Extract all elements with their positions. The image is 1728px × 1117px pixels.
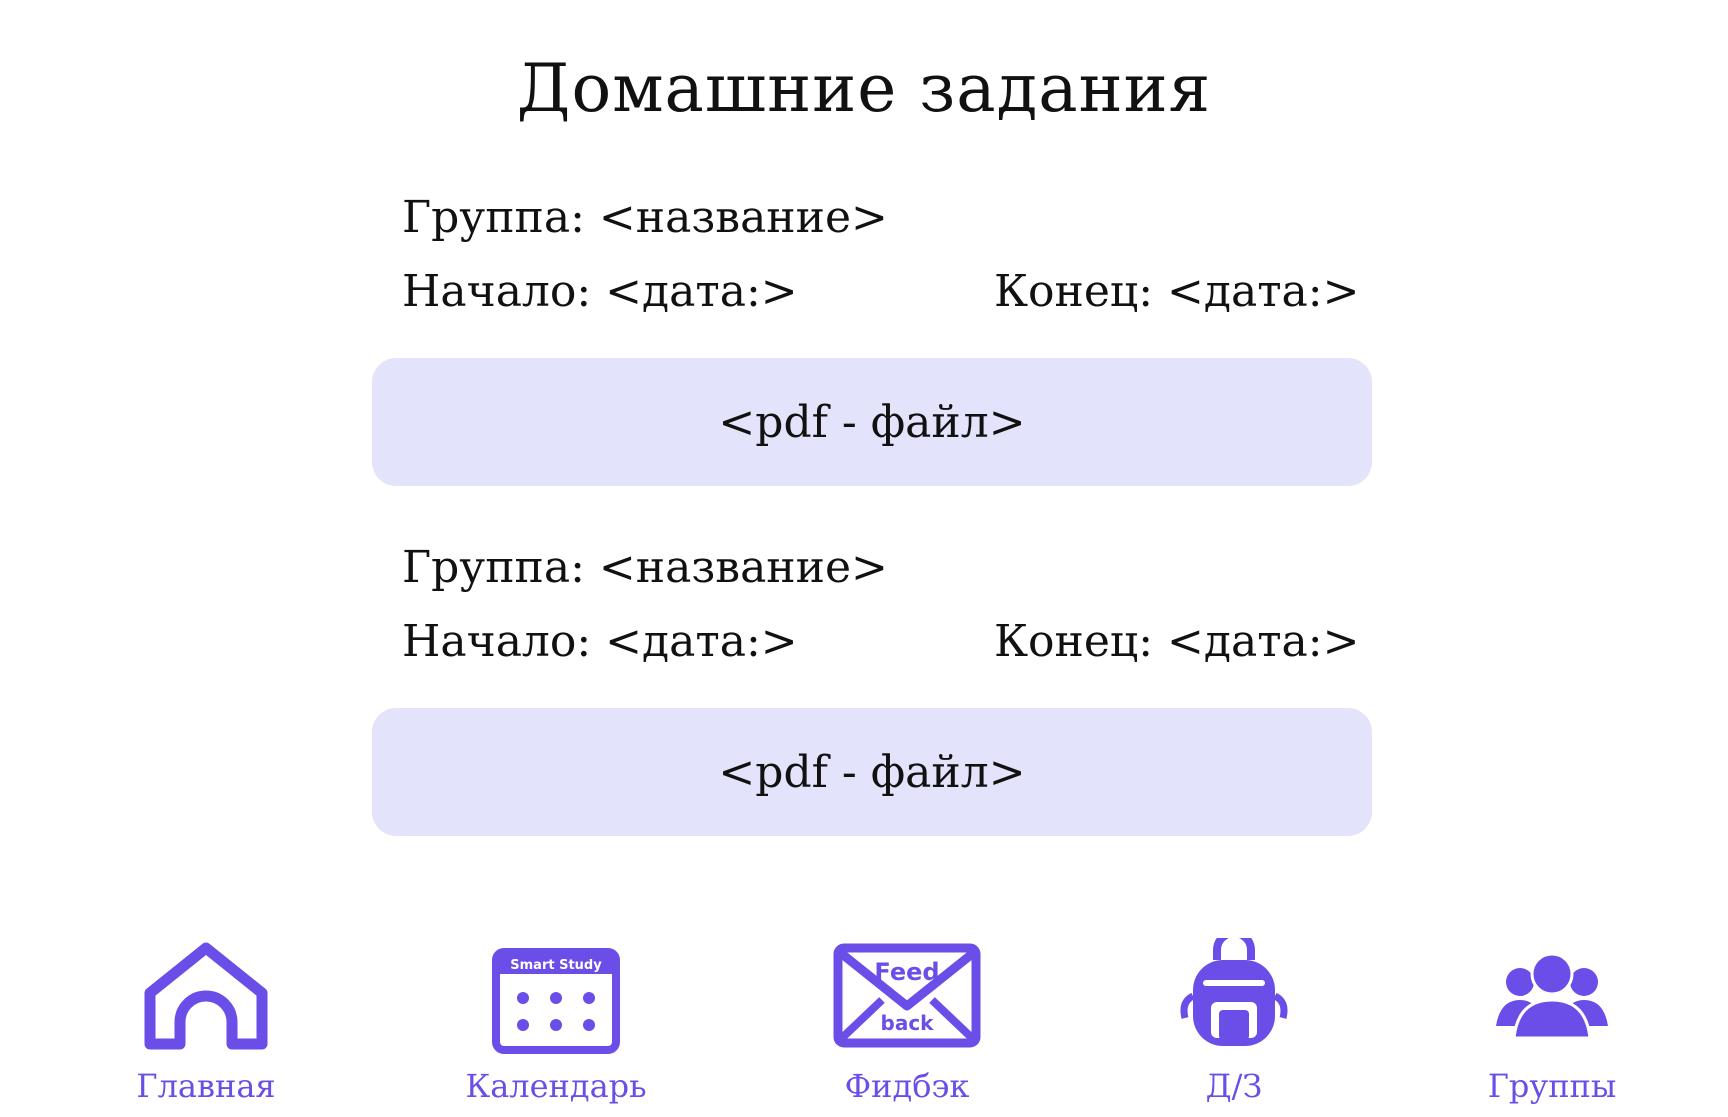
pdf-file-label: <pdf - файл> [718, 746, 1026, 798]
nav-item-calendar[interactable]: Smart Study Календарь [436, 938, 676, 1108]
assignment-card: Группа: <название> Начало: <дата:> Конец… [372, 538, 1372, 858]
assignment-card: Группа: <название> Начало: <дата:> Конец… [372, 188, 1372, 508]
start-date: Начало: <дата:> [402, 266, 798, 317]
nav-item-home[interactable]: Главная [86, 938, 326, 1108]
calendar-icon: Smart Study [492, 948, 620, 1054]
envelope-icon-text-top: Feed [874, 958, 939, 986]
page-title: Домашние задания [516, 50, 1212, 127]
calendar-icon-text: Smart Study [510, 958, 602, 973]
nav-label-groups: Группы [1487, 1067, 1617, 1105]
backpack-icon [1180, 938, 1288, 1046]
nav-label-calendar: Календарь [465, 1067, 647, 1105]
nav-item-feedback[interactable]: Feed back Фидбэк [787, 938, 1027, 1108]
envelope-icon-text-bottom: back [881, 1011, 935, 1035]
nav-label-feedback: Фидбэк [844, 1067, 970, 1105]
start-date: Начало: <дата:> [402, 616, 798, 667]
bottom-nav: Главная Smart Study Календарь Feed back … [0, 938, 1728, 1108]
pdf-file-button[interactable]: <pdf - файл> [372, 358, 1372, 486]
nav-item-homework[interactable]: Д/З [1114, 938, 1354, 1108]
people-group-icon [1496, 952, 1608, 1040]
end-date: Конец: <дата:> [994, 616, 1360, 667]
pdf-file-label: <pdf - файл> [718, 396, 1026, 448]
nav-item-groups[interactable]: Группы [1432, 938, 1672, 1108]
pdf-file-button[interactable]: <pdf - файл> [372, 708, 1372, 836]
house-icon [144, 942, 268, 1050]
envelope-icon: Feed back [833, 943, 981, 1048]
end-date: Конец: <дата:> [994, 266, 1360, 317]
nav-label-home: Главная [136, 1067, 276, 1105]
group-name: Группа: <название> [402, 192, 888, 243]
group-name: Группа: <название> [402, 542, 888, 593]
nav-label-homework: Д/З [1205, 1067, 1263, 1105]
